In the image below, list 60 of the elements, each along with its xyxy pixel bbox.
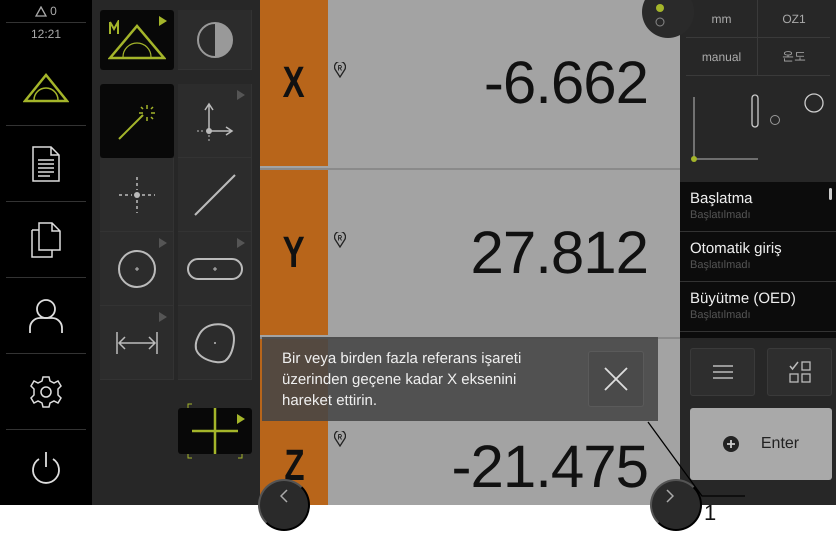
files-icon xyxy=(30,222,62,258)
point-icon xyxy=(116,174,156,214)
user-icon xyxy=(28,298,64,334)
previous-button[interactable] xyxy=(258,479,310,531)
triangle-ruler-icon xyxy=(108,20,166,60)
axis-label: Y xyxy=(282,228,305,278)
axis-value: -21.475 xyxy=(452,432,648,502)
message-text: Bir veya birden fazla referans işareti üzerinden geçene kadar X eksenini hareket ettirin. xyxy=(282,348,522,410)
tool-button[interactable] xyxy=(100,10,174,70)
axis-label: Z xyxy=(284,441,304,492)
plus-circle-icon xyxy=(722,436,739,452)
axis-label: X xyxy=(282,58,305,108)
freeform-contour-icon xyxy=(192,320,236,364)
setting-button[interactable]: OZ1 xyxy=(758,0,830,38)
reference-marker-icon xyxy=(334,62,346,78)
tool-button[interactable] xyxy=(178,10,252,70)
chevron-left-icon xyxy=(280,489,288,503)
chevron-right-icon xyxy=(666,489,674,503)
tool-button[interactable] xyxy=(100,232,174,306)
line-icon xyxy=(192,172,236,216)
tool-button[interactable] xyxy=(178,306,252,380)
tool-button[interactable] xyxy=(178,84,252,158)
tool-button[interactable] xyxy=(178,232,252,306)
enter-button[interactable]: Enter xyxy=(690,408,832,480)
reference-marker-icon xyxy=(334,431,346,448)
clock-time: 12:21 xyxy=(30,27,62,41)
axis-value: -6.662 xyxy=(484,48,648,118)
tool-button[interactable] xyxy=(100,306,174,380)
power-icon xyxy=(30,450,62,484)
contrast-icon xyxy=(194,20,234,60)
step-status: Başlatılmadı xyxy=(690,259,752,271)
axis-value: 27.812 xyxy=(470,218,648,287)
settings-icon xyxy=(29,374,63,408)
setting-button[interactable]: mm xyxy=(686,0,758,38)
menu-icon xyxy=(712,365,732,379)
checklist-grid-icon xyxy=(788,361,810,383)
step-title[interactable]: Otomatik giriş xyxy=(690,240,826,257)
close-icon xyxy=(604,367,628,391)
crosshair-icon xyxy=(186,402,244,460)
warning-count: 0 xyxy=(50,4,57,18)
slot-icon xyxy=(186,258,242,280)
circle-icon xyxy=(116,248,156,288)
setting-button[interactable]: manual xyxy=(686,38,758,76)
menu-button[interactable] xyxy=(690,348,755,396)
close-button[interactable] xyxy=(588,351,644,407)
reference-marker-icon xyxy=(334,232,346,248)
setting-button[interactable]: 온도 xyxy=(758,38,830,76)
step-title[interactable]: Başlatma xyxy=(690,190,826,207)
step-status: Başlatılmadı xyxy=(690,209,752,221)
task-list-button[interactable] xyxy=(767,348,832,396)
coordinate-axes-icon xyxy=(194,100,234,140)
warning-triangle-icon xyxy=(35,6,48,16)
triangle-ruler-icon xyxy=(23,72,69,102)
distance-icon xyxy=(114,330,158,356)
step-title[interactable]: Büyütme (OED) xyxy=(690,290,826,307)
step-status: Başlatılmadı xyxy=(690,309,752,321)
document-icon xyxy=(32,146,60,182)
scrollbar[interactable] xyxy=(829,188,832,200)
next-button[interactable] xyxy=(650,479,702,531)
callout-number: 1 xyxy=(704,500,716,526)
